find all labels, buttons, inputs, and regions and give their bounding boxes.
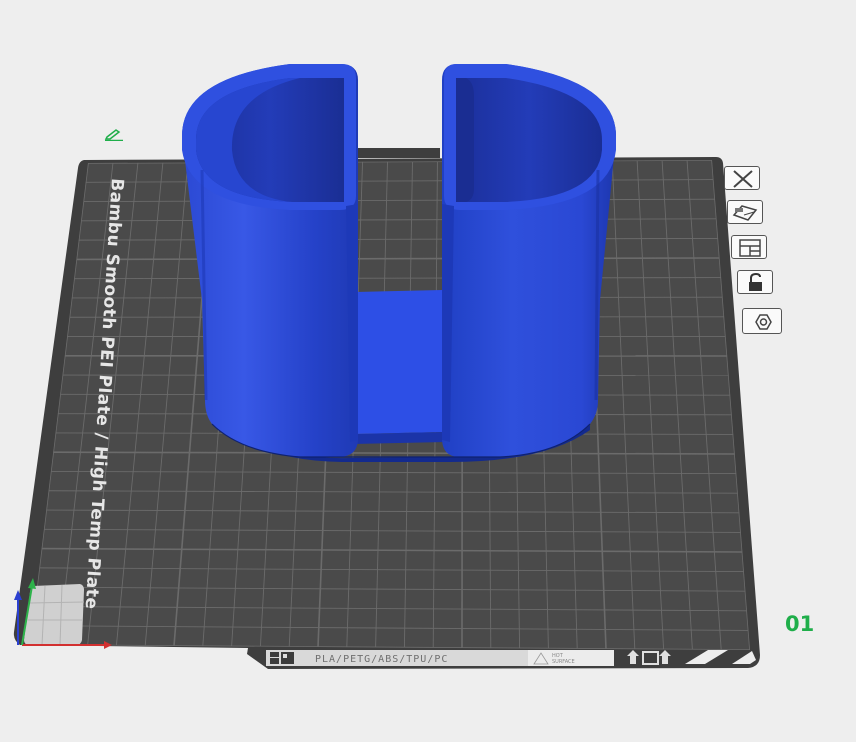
- plate-settings-button[interactable]: [742, 308, 782, 334]
- 3d-viewport[interactable]: Bambu Smooth PEI Plate / High Temp Plate…: [0, 0, 856, 742]
- close-icon: [733, 170, 753, 188]
- plate-corner-block: [24, 584, 84, 645]
- filament-compat-text: PLA/PETG/ABS/TPU/PC: [315, 654, 448, 665]
- plate-number: 01: [785, 612, 815, 636]
- auto-orient-icon: [732, 205, 758, 221]
- delete-plate-button[interactable]: [724, 166, 760, 190]
- settings-hex-icon: [755, 314, 772, 330]
- lock-plate-button[interactable]: [737, 270, 773, 294]
- edit-plate-name-icon[interactable]: [102, 127, 126, 141]
- arrange-button[interactable]: [731, 235, 767, 259]
- auto-orient-button[interactable]: [727, 200, 763, 224]
- arrange-icon: [739, 239, 761, 257]
- lock-icon: [749, 272, 762, 291]
- hot-surface-line2: SURFACE: [552, 659, 575, 665]
